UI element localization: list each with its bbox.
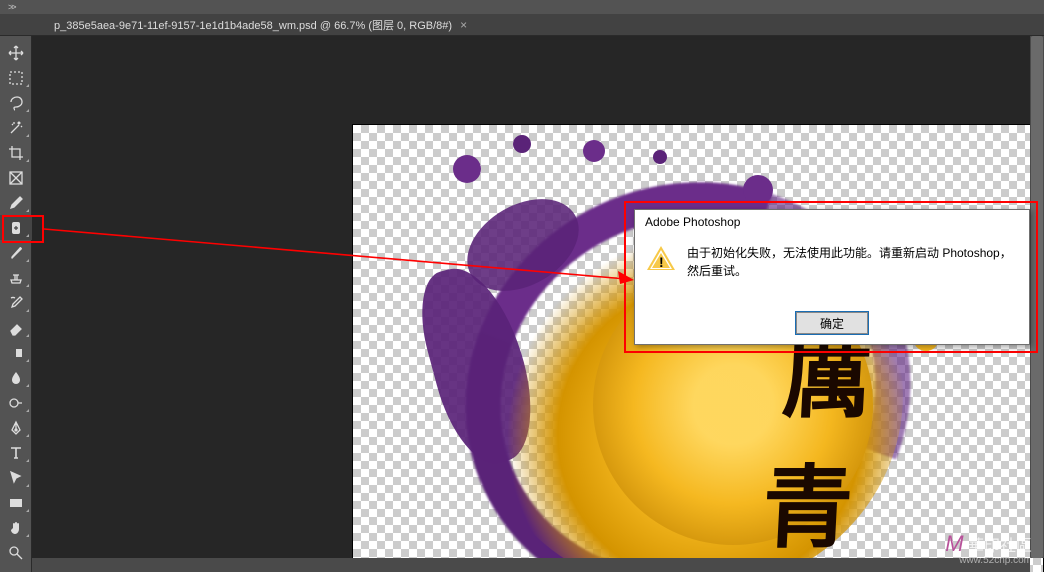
type-tool[interactable] [0, 440, 32, 465]
clone-stamp-tool[interactable] [0, 265, 32, 290]
rectangle-tool[interactable] [0, 490, 32, 515]
horizontal-scrollbar[interactable] [32, 558, 1030, 572]
healing-brush-tool[interactable] [0, 215, 32, 240]
eyedropper-tool[interactable] [0, 190, 32, 215]
gradient-tool[interactable] [0, 340, 32, 365]
marquee-tool[interactable] [0, 65, 32, 90]
dodge-tool[interactable] [0, 390, 32, 415]
move-tool[interactable] [0, 40, 32, 65]
watermark: M 華印社區 www.52cnp.com [945, 531, 1032, 566]
document-tab-bar: p_385e5aea-9e71-11ef-9157-1e1d1b4ade58_w… [0, 14, 1044, 36]
lasso-tool[interactable] [0, 90, 32, 115]
expand-panels-icon[interactable]: >> [8, 2, 15, 12]
document-tab-title: p_385e5aea-9e71-11ef-9157-1e1d1b4ade58_w… [54, 17, 452, 33]
path-select-tool[interactable] [0, 465, 32, 490]
magic-wand-tool[interactable] [0, 115, 32, 140]
frame-tool[interactable] [0, 165, 32, 190]
dialog-message: 由于初始化失败，无法使用此功能。请重新启动 Photoshop，然后重试。 [687, 244, 1017, 302]
zoom-tool[interactable] [0, 540, 32, 565]
crop-tool[interactable] [0, 140, 32, 165]
warning-icon: ! [647, 246, 675, 274]
hand-tool[interactable] [0, 515, 32, 540]
eraser-tool[interactable] [0, 315, 32, 340]
history-brush-tool[interactable] [0, 290, 32, 315]
dialog-title: Adobe Photoshop [635, 210, 1029, 236]
watermark-brand: 華印社區 [968, 532, 1032, 556]
watermark-url: www.52cnp.com [945, 555, 1032, 566]
close-tab-icon[interactable]: × [460, 18, 467, 32]
dialog-ok-button[interactable]: 确定 [796, 312, 868, 334]
app-header: >> [0, 0, 1044, 14]
watermark-logo-icon: M [945, 531, 963, 557]
brush-tool[interactable] [0, 240, 32, 265]
pen-tool[interactable] [0, 415, 32, 440]
document-tab[interactable]: p_385e5aea-9e71-11ef-9157-1e1d1b4ade58_w… [44, 14, 477, 35]
tool-palette [0, 36, 32, 572]
calligraphy-char-2: 青 [760, 435, 857, 565]
error-dialog: Adobe Photoshop ! 由于初始化失败，无法使用此功能。请重新启动 … [634, 209, 1030, 345]
blur-tool[interactable] [0, 365, 32, 390]
